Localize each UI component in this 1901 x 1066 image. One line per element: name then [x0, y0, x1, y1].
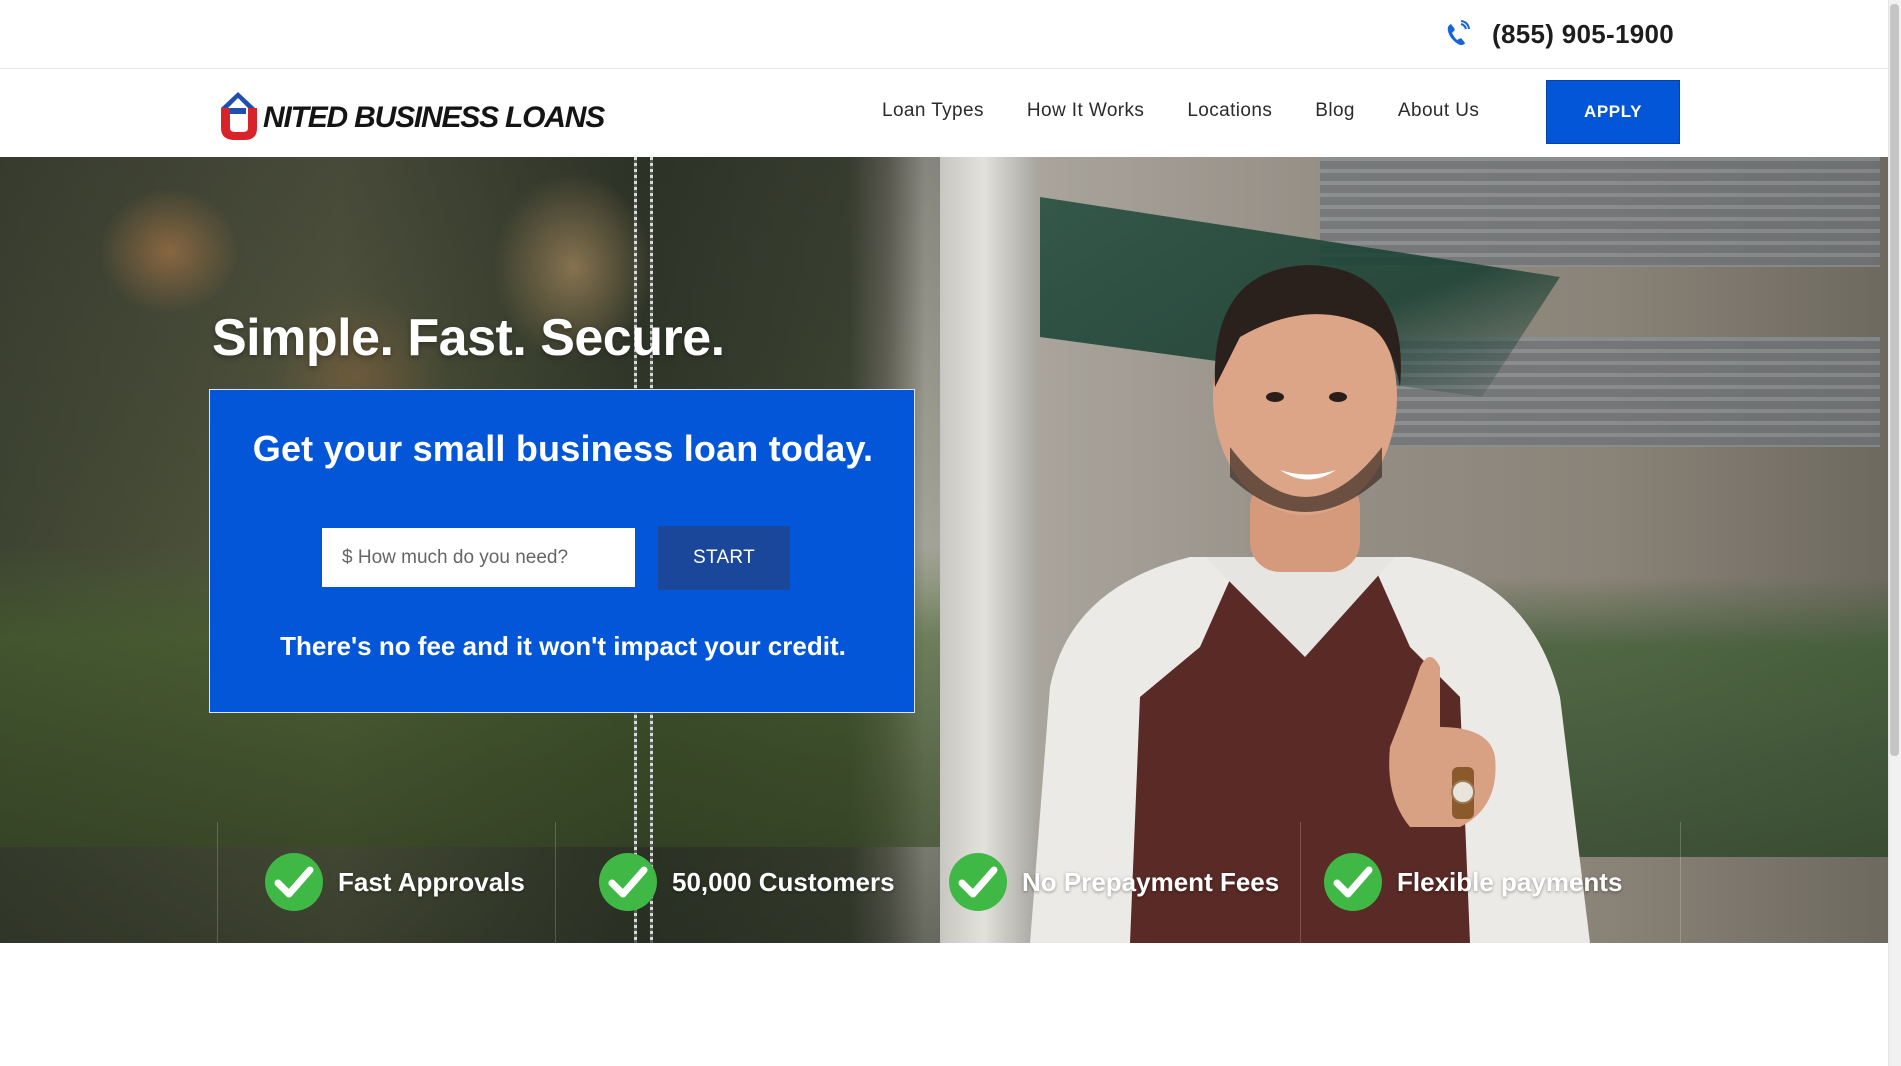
check-circle-icon: [265, 853, 323, 911]
feature-label: Fast Approvals: [338, 866, 525, 897]
nav-item-locations[interactable]: Locations: [1187, 100, 1272, 122]
top-contact-bar: (855) 905-1900: [0, 0, 1888, 69]
check-circle-icon: [1324, 853, 1382, 911]
apply-button[interactable]: APPLY: [1546, 80, 1680, 144]
nav-item-how-it-works[interactable]: How It Works: [1027, 100, 1144, 122]
feature-divider: [1680, 822, 1681, 943]
check-circle-icon: [949, 853, 1007, 911]
main-nav: Loan Types How It Works Locations Blog A…: [882, 100, 1522, 122]
hero-title: Simple. Fast. Secure.: [212, 309, 725, 367]
loan-form-card: Get your small business loan today. STAR…: [209, 389, 915, 713]
nav-item-blog[interactable]: Blog: [1315, 100, 1355, 122]
feature-fast-approvals: Fast Approvals: [264, 852, 525, 912]
phone-number-link[interactable]: (855) 905-1900: [1492, 19, 1674, 50]
feature-no-prepayment-fees: No Prepayment Fees: [948, 852, 1279, 912]
start-button[interactable]: START: [658, 526, 790, 590]
page-scrollbar-thumb[interactable]: [1890, 4, 1899, 756]
phone-icon: [1447, 20, 1470, 46]
logo-wordmark: NITED BUSINESS LOANS: [263, 101, 605, 134]
loan-amount-input[interactable]: [322, 528, 635, 587]
feature-label: 50,000 Customers: [672, 866, 895, 897]
page: (855) 905-1900 NITED BUSINESS LOANS Loan…: [0, 0, 1901, 1066]
feature-label: Flexible payments: [1397, 866, 1623, 897]
nav-item-loan-types[interactable]: Loan Types: [882, 100, 984, 122]
logo-u-mark-icon: [221, 92, 257, 140]
feature-flexible-payments: Flexible payments: [1323, 852, 1622, 912]
nav-item-about-us[interactable]: About Us: [1398, 100, 1479, 122]
feature-divider: [1300, 822, 1301, 943]
site-logo[interactable]: NITED BUSINESS LOANS: [215, 90, 605, 142]
feature-label: No Prepayment Fees: [1022, 866, 1280, 897]
loan-form-note: There's no fee and it won't impact your …: [280, 631, 846, 661]
feature-divider: [555, 822, 556, 943]
loan-form-heading: Get your small business loan today.: [252, 428, 874, 469]
check-circle-icon: [599, 853, 657, 911]
feature-divider: [217, 822, 218, 943]
feature-customers: 50,000 Customers: [598, 852, 895, 912]
